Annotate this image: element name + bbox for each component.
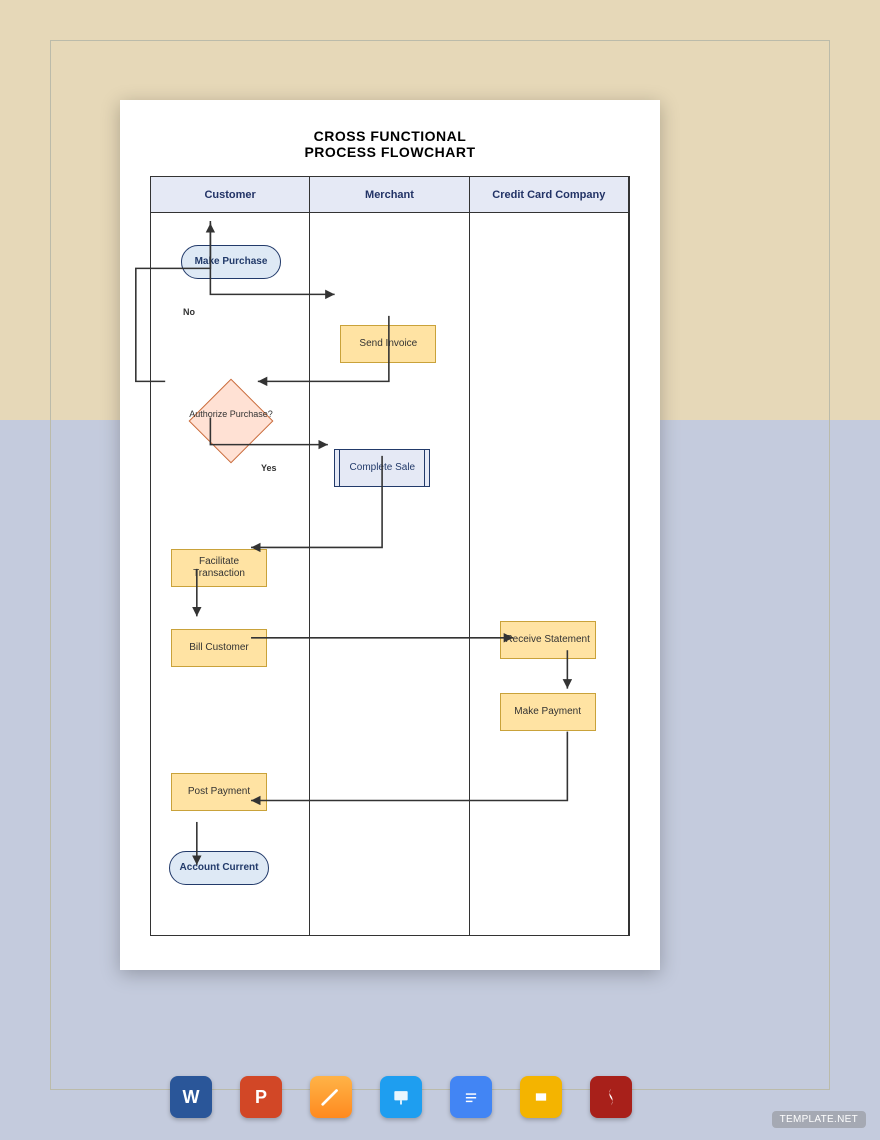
watermark: TEMPLATE.NET [772, 1111, 866, 1128]
google-docs-icon[interactable] [450, 1076, 492, 1118]
word-icon[interactable]: W [170, 1076, 212, 1118]
format-icons-row: W P [170, 1076, 632, 1118]
connector-arrows [120, 100, 660, 970]
swimlanes: Customer Make Purchase Authorize Purchas… [150, 176, 630, 936]
google-slides-icon[interactable] [520, 1076, 562, 1118]
pdf-icon[interactable] [590, 1076, 632, 1118]
keynote-icon[interactable] [380, 1076, 422, 1118]
pages-icon[interactable] [310, 1076, 352, 1118]
document-preview: CROSS FUNCTIONAL PROCESS FLOWCHART Custo… [120, 100, 660, 970]
powerpoint-icon[interactable]: P [240, 1076, 282, 1118]
